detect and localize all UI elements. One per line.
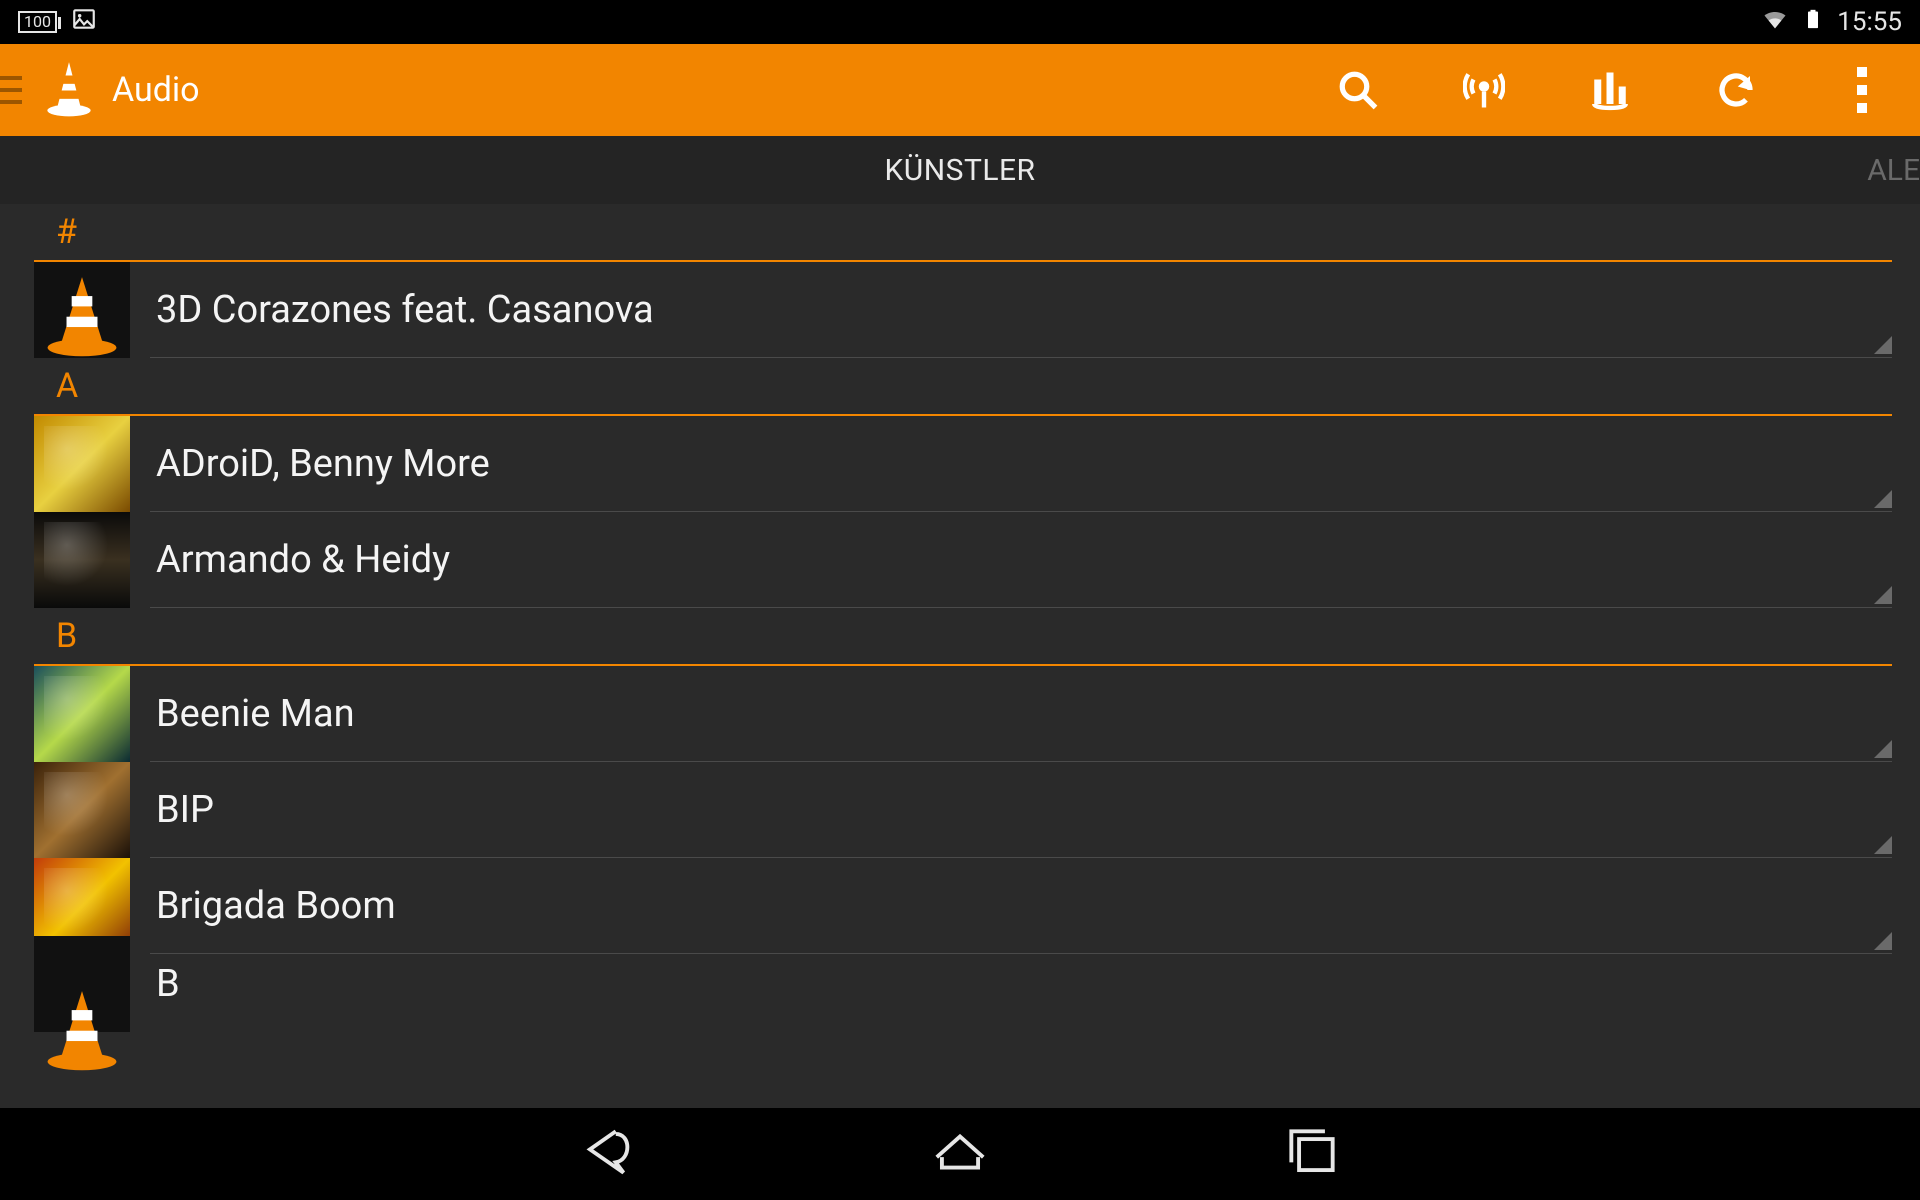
back-button[interactable] [577, 1121, 639, 1187]
section-letter: A [56, 366, 1880, 406]
battery-tip-icon [58, 17, 61, 29]
status-right-group: 15:55 [1761, 3, 1902, 41]
list-item[interactable]: Brigada Boom [0, 858, 1920, 954]
vlc-cone-icon [44, 58, 94, 122]
android-status-bar: 100 15:55 [0, 0, 1920, 44]
recents-button[interactable] [1281, 1121, 1343, 1187]
section-header: B [0, 608, 1920, 660]
artist-name: Brigada Boom [156, 884, 396, 928]
battery-icon [1803, 3, 1823, 41]
context-menu-hint-icon[interactable] [1874, 490, 1892, 508]
wifi-icon [1761, 5, 1789, 39]
section-letter: # [56, 212, 1880, 252]
status-left-group: 100 [18, 6, 97, 38]
item-divider [150, 357, 1892, 358]
app-bar: Audio [0, 44, 1920, 136]
tab-strip[interactable]: KÜNSTLER ALE [0, 136, 1920, 204]
context-menu-hint-icon[interactable] [1874, 932, 1892, 950]
home-button[interactable] [929, 1121, 991, 1187]
list-item[interactable]: Armando & Heidy [0, 512, 1920, 608]
artist-thumbnail [34, 512, 130, 608]
item-divider [150, 607, 1892, 608]
context-menu-hint-icon[interactable] [1874, 586, 1892, 604]
artist-thumbnail [34, 416, 130, 512]
android-nav-bar [0, 1108, 1920, 1200]
artist-name: ADroiD, Benny More [156, 442, 490, 486]
list-item[interactable]: 3D Corazones feat. Casanova [0, 262, 1920, 358]
battery-text: 100 [24, 12, 51, 31]
app-title: Audio [112, 70, 200, 110]
artist-thumbnail [34, 666, 130, 762]
tab-artists[interactable]: KÜNSTLER [884, 153, 1035, 188]
artist-thumbnail [34, 262, 130, 358]
equalizer-button[interactable] [1582, 62, 1638, 118]
context-menu-hint-icon[interactable] [1874, 740, 1892, 758]
clock-text: 15:55 [1837, 7, 1902, 37]
battery-level-icon: 100 [18, 11, 57, 33]
stream-button[interactable] [1456, 62, 1512, 118]
tab-albums-peek[interactable]: ALE [1867, 153, 1920, 188]
list-item[interactable]: B [0, 954, 1920, 1014]
artist-name: Armando & Heidy [156, 538, 450, 582]
refresh-button[interactable] [1708, 62, 1764, 118]
artist-name: 3D Corazones feat. Casanova [156, 288, 654, 332]
search-button[interactable] [1330, 62, 1386, 118]
artist-thumbnail [34, 936, 130, 1032]
artist-list[interactable]: #3D Corazones feat. Casanova A ADroiD, Ben… [0, 204, 1920, 1108]
artist-name: BIP [156, 788, 214, 832]
section-letter: B [56, 616, 1880, 656]
context-menu-hint-icon[interactable] [1874, 836, 1892, 854]
section-header: # [0, 204, 1920, 256]
artist-name: B [156, 962, 180, 1006]
list-item[interactable]: ADroiD, Benny More [0, 416, 1920, 512]
picture-icon [71, 6, 97, 38]
nav-drawer-hint-icon[interactable] [0, 44, 26, 136]
section-header: A [0, 358, 1920, 410]
list-item[interactable]: Beenie Man [0, 666, 1920, 762]
list-item[interactable]: BIP [0, 762, 1920, 858]
artist-thumbnail [34, 762, 130, 858]
overflow-menu-button[interactable] [1834, 62, 1890, 118]
artist-name: Beenie Man [156, 692, 355, 736]
context-menu-hint-icon[interactable] [1874, 336, 1892, 354]
